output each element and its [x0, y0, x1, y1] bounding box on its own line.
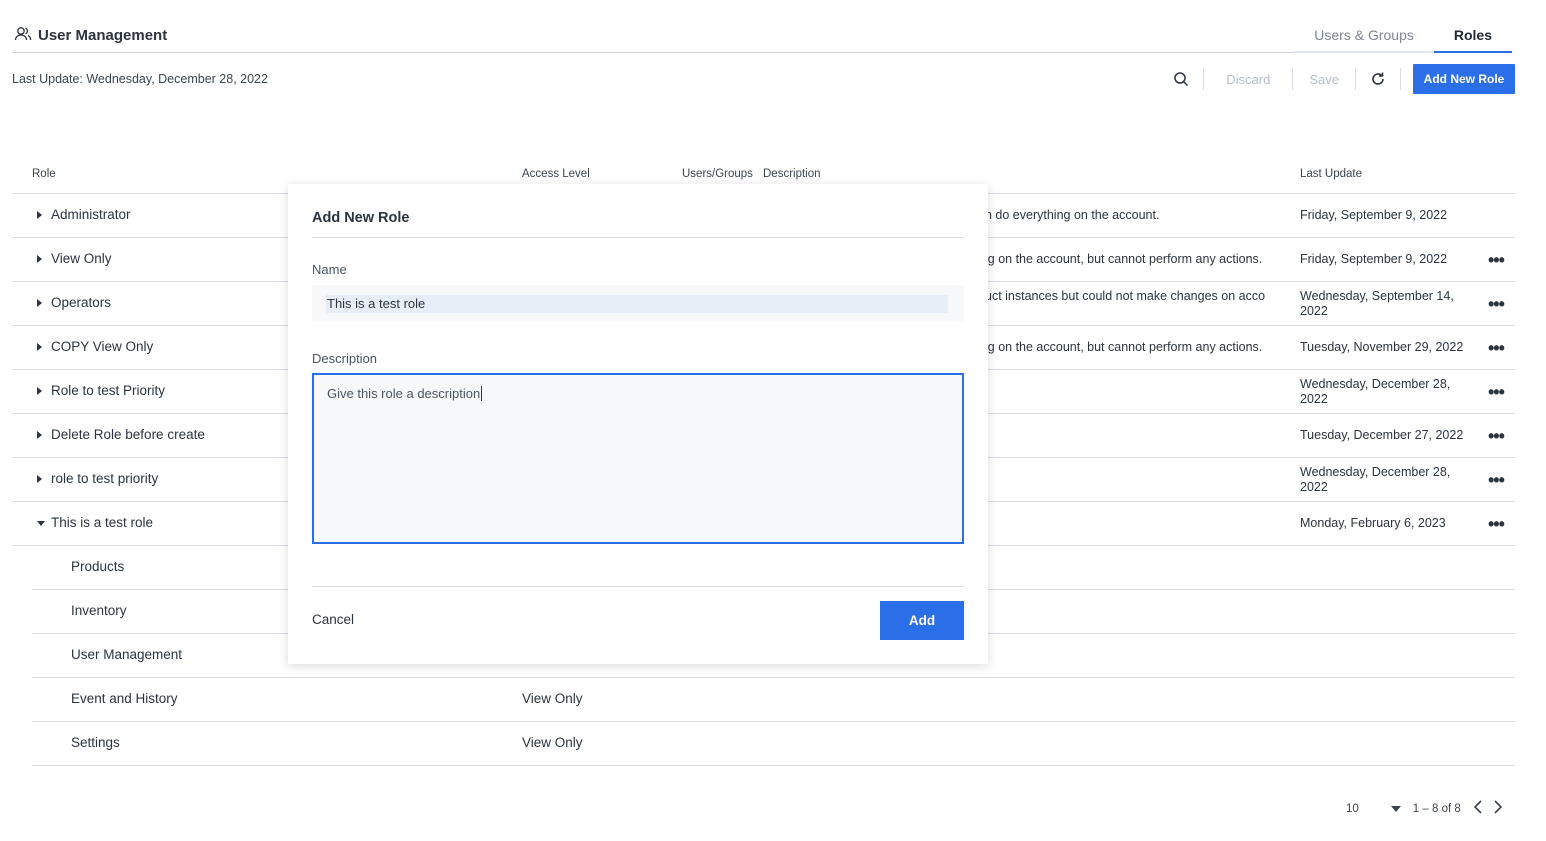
- more-options-icon[interactable]: •••: [1488, 338, 1505, 359]
- cancel-button[interactable]: Cancel: [312, 612, 354, 627]
- role-description: n do everything on the account.: [985, 208, 1160, 222]
- expand-caret-icon[interactable]: [37, 299, 42, 307]
- column-header-users-groups[interactable]: Users/Groups: [682, 168, 753, 180]
- column-header-last-update[interactable]: Last Update: [1300, 168, 1362, 180]
- expand-caret-icon[interactable]: [37, 475, 42, 483]
- column-header-access-level[interactable]: Access Level: [522, 168, 590, 180]
- role-name: Delete Role before create: [51, 427, 205, 442]
- role-last-update: Wednesday, September 14, 2022: [1300, 289, 1454, 318]
- role-last-update: Wednesday, December 28, 2022: [1300, 465, 1451, 494]
- permission-row: Event and History View Only: [32, 678, 1515, 722]
- role-description-value: Give this role a description: [327, 386, 483, 401]
- role-name: View Only: [51, 251, 112, 266]
- name-label: Name: [312, 262, 347, 277]
- column-header-description[interactable]: Description: [763, 168, 821, 180]
- role-last-update: Friday, September 9, 2022: [1300, 252, 1448, 266]
- role-name: role to test priority: [51, 471, 159, 486]
- toolbar-divider: [1355, 68, 1356, 90]
- more-options-icon[interactable]: •••: [1488, 514, 1505, 535]
- role-name: Administrator: [51, 207, 131, 222]
- tab-roles[interactable]: Roles: [1433, 17, 1512, 53]
- pagination: 10 1 – 8 of 8: [1346, 800, 1503, 817]
- role-description: ig on the account, but cannot perform an…: [985, 252, 1263, 266]
- permission-name: Event and History: [71, 691, 178, 706]
- dialog-title: Add New Role: [312, 210, 410, 226]
- role-description: ig on the account, but cannot perform an…: [985, 340, 1263, 354]
- expand-caret-icon[interactable]: [37, 431, 42, 439]
- toolbar-divider: [1292, 68, 1294, 90]
- tab-users-groups[interactable]: Users & Groups: [1294, 17, 1434, 53]
- permission-access-level[interactable]: View Only: [522, 735, 583, 750]
- more-options-icon[interactable]: •••: [1488, 294, 1505, 315]
- chevron-left-icon[interactable]: [1473, 800, 1483, 817]
- description-label: Description: [312, 351, 378, 366]
- page-range-text: 1 – 8 of 8: [1412, 802, 1461, 815]
- tab-bar: Users & Groups Roles: [1294, 17, 1512, 53]
- role-last-update: Monday, February 6, 2023: [1300, 516, 1446, 530]
- toolbar-row: Last Update: Wednesday, December 28, 202…: [12, 64, 1515, 96]
- text-cursor: [481, 386, 483, 401]
- toolbar-divider: [1400, 68, 1401, 90]
- permission-name: Settings: [71, 735, 120, 750]
- role-last-update: Wednesday, December 28, 2022: [1300, 377, 1451, 406]
- add-new-role-button[interactable]: Add New Role: [1413, 64, 1515, 94]
- last-update-text: Last Update: Wednesday, December 28, 202…: [12, 72, 268, 86]
- expand-caret-icon[interactable]: [37, 387, 42, 395]
- permission-row: Settings View Only: [32, 722, 1515, 766]
- app-header: User Management Users & Groups Roles: [12, 0, 1512, 53]
- page-title: User Management: [38, 27, 168, 44]
- role-name-input[interactable]: This is a test role: [312, 285, 964, 321]
- save-button[interactable]: Save: [1309, 72, 1339, 87]
- expand-caret-icon[interactable]: [37, 343, 42, 351]
- chevron-right-icon[interactable]: [1493, 800, 1503, 817]
- permission-name: User Management: [71, 647, 183, 662]
- dialog-divider: [312, 237, 964, 238]
- role-description: uct instances but could not make changes…: [985, 289, 1266, 303]
- collapse-caret-icon[interactable]: [37, 521, 45, 526]
- permission-access-level[interactable]: View Only: [522, 691, 583, 706]
- role-description-textarea[interactable]: Give this role a description: [312, 373, 964, 544]
- more-options-icon[interactable]: •••: [1488, 426, 1505, 447]
- search-icon[interactable]: [1171, 69, 1191, 89]
- role-name-value: This is a test role: [327, 296, 426, 311]
- page-title-wrap: User Management: [14, 26, 167, 45]
- add-new-role-dialog: Add New Role Name This is a test role De…: [288, 184, 988, 664]
- role-last-update: Tuesday, November 29, 2022: [1300, 340, 1464, 354]
- page-size-select[interactable]: 10: [1346, 803, 1359, 815]
- dialog-divider: [312, 586, 964, 587]
- add-button[interactable]: Add: [880, 601, 964, 640]
- more-options-icon[interactable]: •••: [1488, 382, 1505, 403]
- refresh-icon[interactable]: [1368, 69, 1388, 89]
- expand-caret-icon[interactable]: [37, 255, 42, 263]
- more-options-icon[interactable]: •••: [1488, 250, 1505, 271]
- chevron-down-icon[interactable]: [1390, 805, 1401, 812]
- role-name: COPY View Only: [51, 339, 154, 354]
- role-name: This is a test role: [51, 515, 154, 530]
- column-header-role[interactable]: Role: [32, 168, 56, 180]
- role-last-update: Friday, September 9, 2022: [1300, 208, 1448, 222]
- description-text: Give this role a description: [327, 386, 481, 401]
- toolbar: Discard Save Add New Role: [1171, 64, 1515, 94]
- permission-name: Inventory: [71, 603, 127, 618]
- more-options-icon[interactable]: •••: [1488, 470, 1505, 491]
- role-name: Role to test Priority: [51, 383, 166, 398]
- toolbar-divider: [1203, 68, 1205, 90]
- discard-button[interactable]: Discard: [1226, 72, 1270, 87]
- role-last-update: Tuesday, December 27, 2022: [1300, 428, 1464, 442]
- expand-caret-icon[interactable]: [37, 211, 42, 219]
- permission-name: Products: [71, 559, 125, 574]
- users-icon: [14, 26, 32, 45]
- role-name: Operators: [51, 295, 112, 310]
